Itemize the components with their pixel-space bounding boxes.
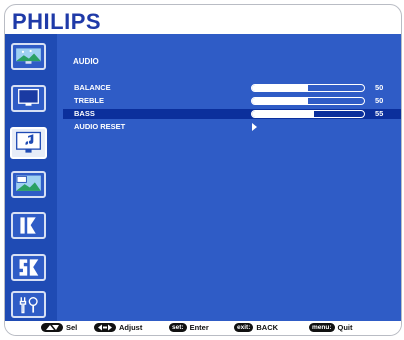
quit-hint: menu: Quit [309,323,353,332]
menu-row-audio-reset[interactable]: AUDIO RESET [63,122,401,132]
sidebar-item-audio[interactable] [10,127,47,159]
menu-row-balance[interactable]: BALANCE 50 [63,83,401,93]
pip-icon [16,175,41,191]
page-title: AUDIO [73,57,99,66]
sidebar-item-pip[interactable] [11,171,46,198]
row-value: 55 [375,109,384,118]
slider-fill [252,85,308,91]
sidebar [5,34,57,321]
sidebar-item-screen[interactable] [11,85,46,112]
right-arrow-icon [252,123,257,131]
menu-key: menu: [309,323,335,332]
back-hint: exit: BACK [234,323,278,332]
menu-row-treble[interactable]: TREBLE 50 [63,96,401,106]
row-label: AUDIO RESET [74,122,126,131]
back-label: BACK [256,323,279,332]
sel-label: Sel [66,323,78,332]
bass-slider[interactable] [251,110,365,118]
sidebar-item-picture[interactable] [11,43,46,70]
screen-icon [18,88,39,106]
adjust-label: Adjust [119,323,143,332]
enter-hint: set: Enter [169,323,209,332]
enter-label: Enter [189,323,209,332]
sidebar-item-configuration2[interactable] [11,254,46,281]
balance-slider[interactable] [251,84,365,92]
advanced-option-icon [19,297,38,314]
row-value: 50 [375,96,384,105]
quit-label: Quit [337,323,353,332]
row-label: BASS [74,109,95,118]
set-key: set: [169,323,187,332]
menu-area: AUDIO BALANCE 50 TREBLE 50 BASS 55 AUDIO… [5,34,401,321]
row-label: BALANCE [74,83,111,92]
left-right-key-icon [94,323,116,332]
row-label: TREBLE [74,96,104,105]
slider-fill [252,111,314,117]
adjust-hint: Adjust [94,323,142,332]
key-hint-bar: Sel Adjust set: Enter exit: BACK menu: Q… [5,321,401,335]
audio-icon [16,131,41,153]
row-value: 50 [375,83,384,92]
picture-icon [16,48,41,64]
brand-logo: PHILIPS [12,9,102,34]
exit-key: exit: [234,323,254,332]
configuration1-icon [20,217,36,234]
sel-hint: Sel [41,323,77,332]
treble-slider[interactable] [251,97,365,105]
osd-window: PHILIPS AUDIO BALANCE 50 TREBLE 50 BASS … [4,4,402,336]
up-down-key-icon [41,323,63,332]
slider-fill [252,98,308,104]
menu-row-bass[interactable]: BASS 55 [63,109,401,119]
configuration2-icon [19,259,39,276]
sidebar-item-configuration1[interactable] [11,212,46,239]
sidebar-item-advanced-option[interactable] [11,291,46,318]
